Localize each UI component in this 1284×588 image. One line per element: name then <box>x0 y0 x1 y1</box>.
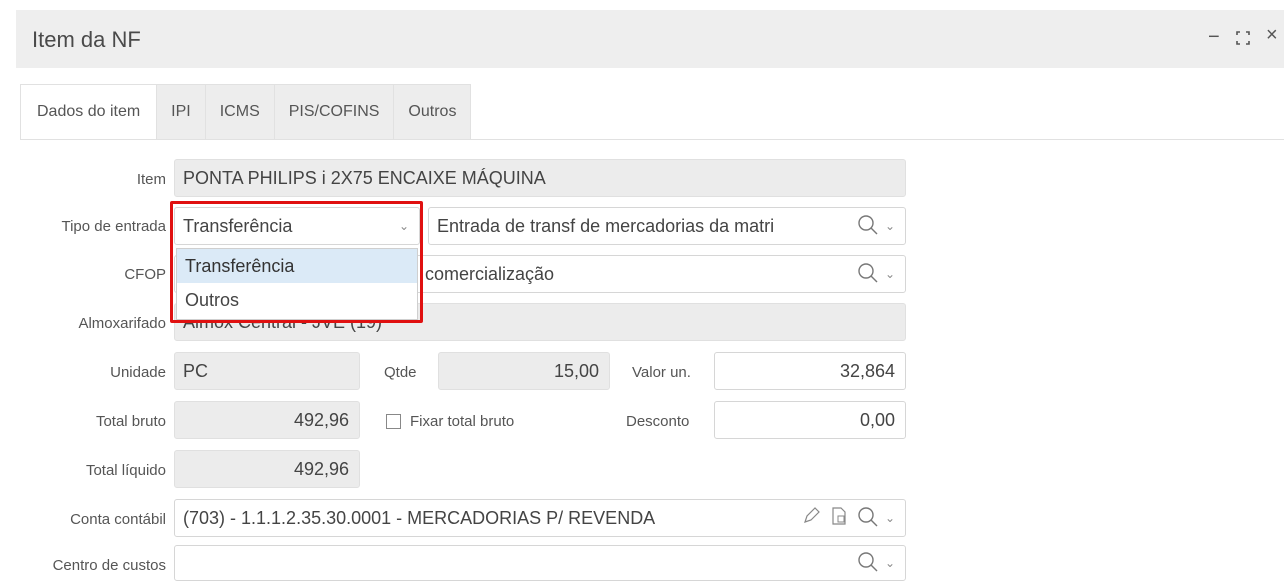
tab-ipi[interactable]: IPI <box>157 84 206 140</box>
chevron-down-icon[interactable]: ⌄ <box>885 556 895 570</box>
qtde-field[interactable]: 15,00 <box>438 352 610 390</box>
tipo-entrada-label: Tipo de entrada <box>61 218 166 235</box>
minimize-icon[interactable]: − <box>1208 26 1220 49</box>
almoxarifado-label: Almoxarifado <box>78 315 166 332</box>
total-liquido-label: Total líquido <box>85 462 166 479</box>
tab-pis-cofins[interactable]: PIS/COFINS <box>274 84 395 140</box>
valor-un-value: 32,864 <box>839 360 895 381</box>
tab-divider <box>20 139 1284 140</box>
centro-custos-label: Centro de custos <box>52 557 166 574</box>
centro-custos-field[interactable]: ⌄ <box>174 545 906 581</box>
desconto-value: 0,00 <box>859 409 895 430</box>
close-icon[interactable]: × <box>1266 24 1278 47</box>
annotation-highlight-box <box>170 201 423 323</box>
total-liquido-field[interactable]: 492,96 <box>174 450 360 488</box>
desconto-field[interactable]: 0,00 <box>714 401 906 439</box>
qtde-label: Qtde <box>384 364 417 381</box>
conta-contabil-label: Conta contábil <box>70 511 166 528</box>
search-icon[interactable] <box>857 214 881 238</box>
total-bruto-value: 492,96 <box>293 409 349 430</box>
item-value: PONTA PHILIPS i 2X75 ENCAIXE MÁQUINA <box>183 167 546 188</box>
conta-contabil-value: (703) - 1.1.1.2.35.30.0001 - MERCADORIAS… <box>183 507 656 528</box>
total-bruto-label: Total bruto <box>95 413 166 430</box>
chevron-down-icon[interactable]: ⌄ <box>885 267 895 281</box>
tab-bar: Dados do item IPI ICMS PIS/COFINS Outros <box>20 84 472 140</box>
maximize-icon[interactable] <box>1236 28 1250 51</box>
titlebar-background: Item da NF <box>16 10 1284 68</box>
item-label: Item <box>136 171 166 188</box>
search-icon[interactable] <box>857 551 881 575</box>
unidade-label: Unidade <box>110 364 166 381</box>
valor-un-label: Valor un. <box>632 364 691 381</box>
tipo-entrada-lookup[interactable]: Entrada de transf de mercadorias da matr… <box>428 207 906 245</box>
window-titlebar: Item da NF − × <box>0 0 1284 82</box>
item-field[interactable]: PONTA PHILIPS i 2X75 ENCAIXE MÁQUINA <box>174 159 906 197</box>
valor-un-field[interactable]: 32,864 <box>714 352 906 390</box>
tab-dados-do-item[interactable]: Dados do item <box>20 84 158 140</box>
tab-outros[interactable]: Outros <box>394 84 472 140</box>
total-bruto-field[interactable]: 492,96 <box>174 401 360 439</box>
tipo-entrada-lookup-value: Entrada de transf de mercadorias da matr… <box>437 215 775 236</box>
total-liquido-value: 492,96 <box>293 458 349 479</box>
document-icon[interactable] <box>829 506 853 530</box>
qtde-value: 15,00 <box>553 360 599 381</box>
unidade-value: PC <box>183 360 209 381</box>
tab-icms[interactable]: ICMS <box>205 84 275 140</box>
fixar-total-bruto-label: Fixar total bruto <box>410 413 515 430</box>
search-icon[interactable] <box>857 506 881 530</box>
search-icon[interactable] <box>857 262 881 286</box>
pencil-icon[interactable] <box>801 506 825 530</box>
fixar-total-bruto-checkbox[interactable] <box>386 414 401 429</box>
cfop-label: CFOP <box>124 266 166 283</box>
chevron-down-icon[interactable]: ⌄ <box>885 219 895 233</box>
chevron-down-icon[interactable]: ⌄ <box>885 511 895 525</box>
conta-contabil-field[interactable]: (703) - 1.1.1.2.35.30.0001 - MERCADORIAS… <box>174 499 906 537</box>
unidade-field[interactable]: PC <box>174 352 360 390</box>
desconto-label: Desconto <box>626 413 690 430</box>
window-title: Item da NF <box>32 27 141 52</box>
